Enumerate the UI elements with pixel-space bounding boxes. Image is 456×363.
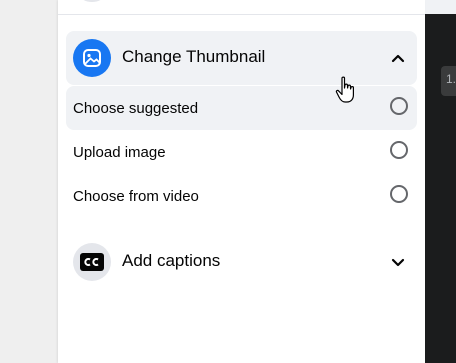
chevron-down-icon[interactable] [391, 255, 405, 269]
option-label: Choose from video [73, 188, 199, 205]
change-thumbnail-header[interactable]: Change Thumbnail [66, 31, 417, 85]
add-captions-header[interactable]: Add captions [66, 235, 417, 289]
image-icon [73, 39, 111, 77]
edit-panel: Change Thumbnail Choose suggested Upload… [58, 0, 425, 363]
preview-top-strip [425, 0, 456, 14]
divider [58, 14, 425, 15]
radio-upload-image[interactable] [390, 141, 408, 159]
option-label: Choose suggested [73, 100, 199, 117]
hand-cursor-icon [335, 76, 354, 103]
preview-chip: 1. [441, 66, 456, 96]
option-label: Upload image [73, 144, 166, 161]
radio-choose-suggested[interactable] [390, 97, 408, 115]
option-upload-image[interactable]: Upload image [66, 130, 417, 174]
cc-icon [73, 243, 111, 281]
video-preview: 1. [425, 0, 456, 363]
radio-choose-from-video[interactable] [390, 185, 408, 203]
background-left [0, 0, 58, 363]
option-choose-from-video[interactable]: Choose from video [66, 174, 417, 218]
add-captions-label: Add captions [122, 251, 221, 270]
chevron-up-icon[interactable] [391, 51, 405, 65]
option-choose-suggested[interactable]: Choose suggested [66, 86, 417, 130]
change-thumbnail-label: Change Thumbnail [122, 47, 266, 66]
previous-item-icon [80, 0, 104, 2]
